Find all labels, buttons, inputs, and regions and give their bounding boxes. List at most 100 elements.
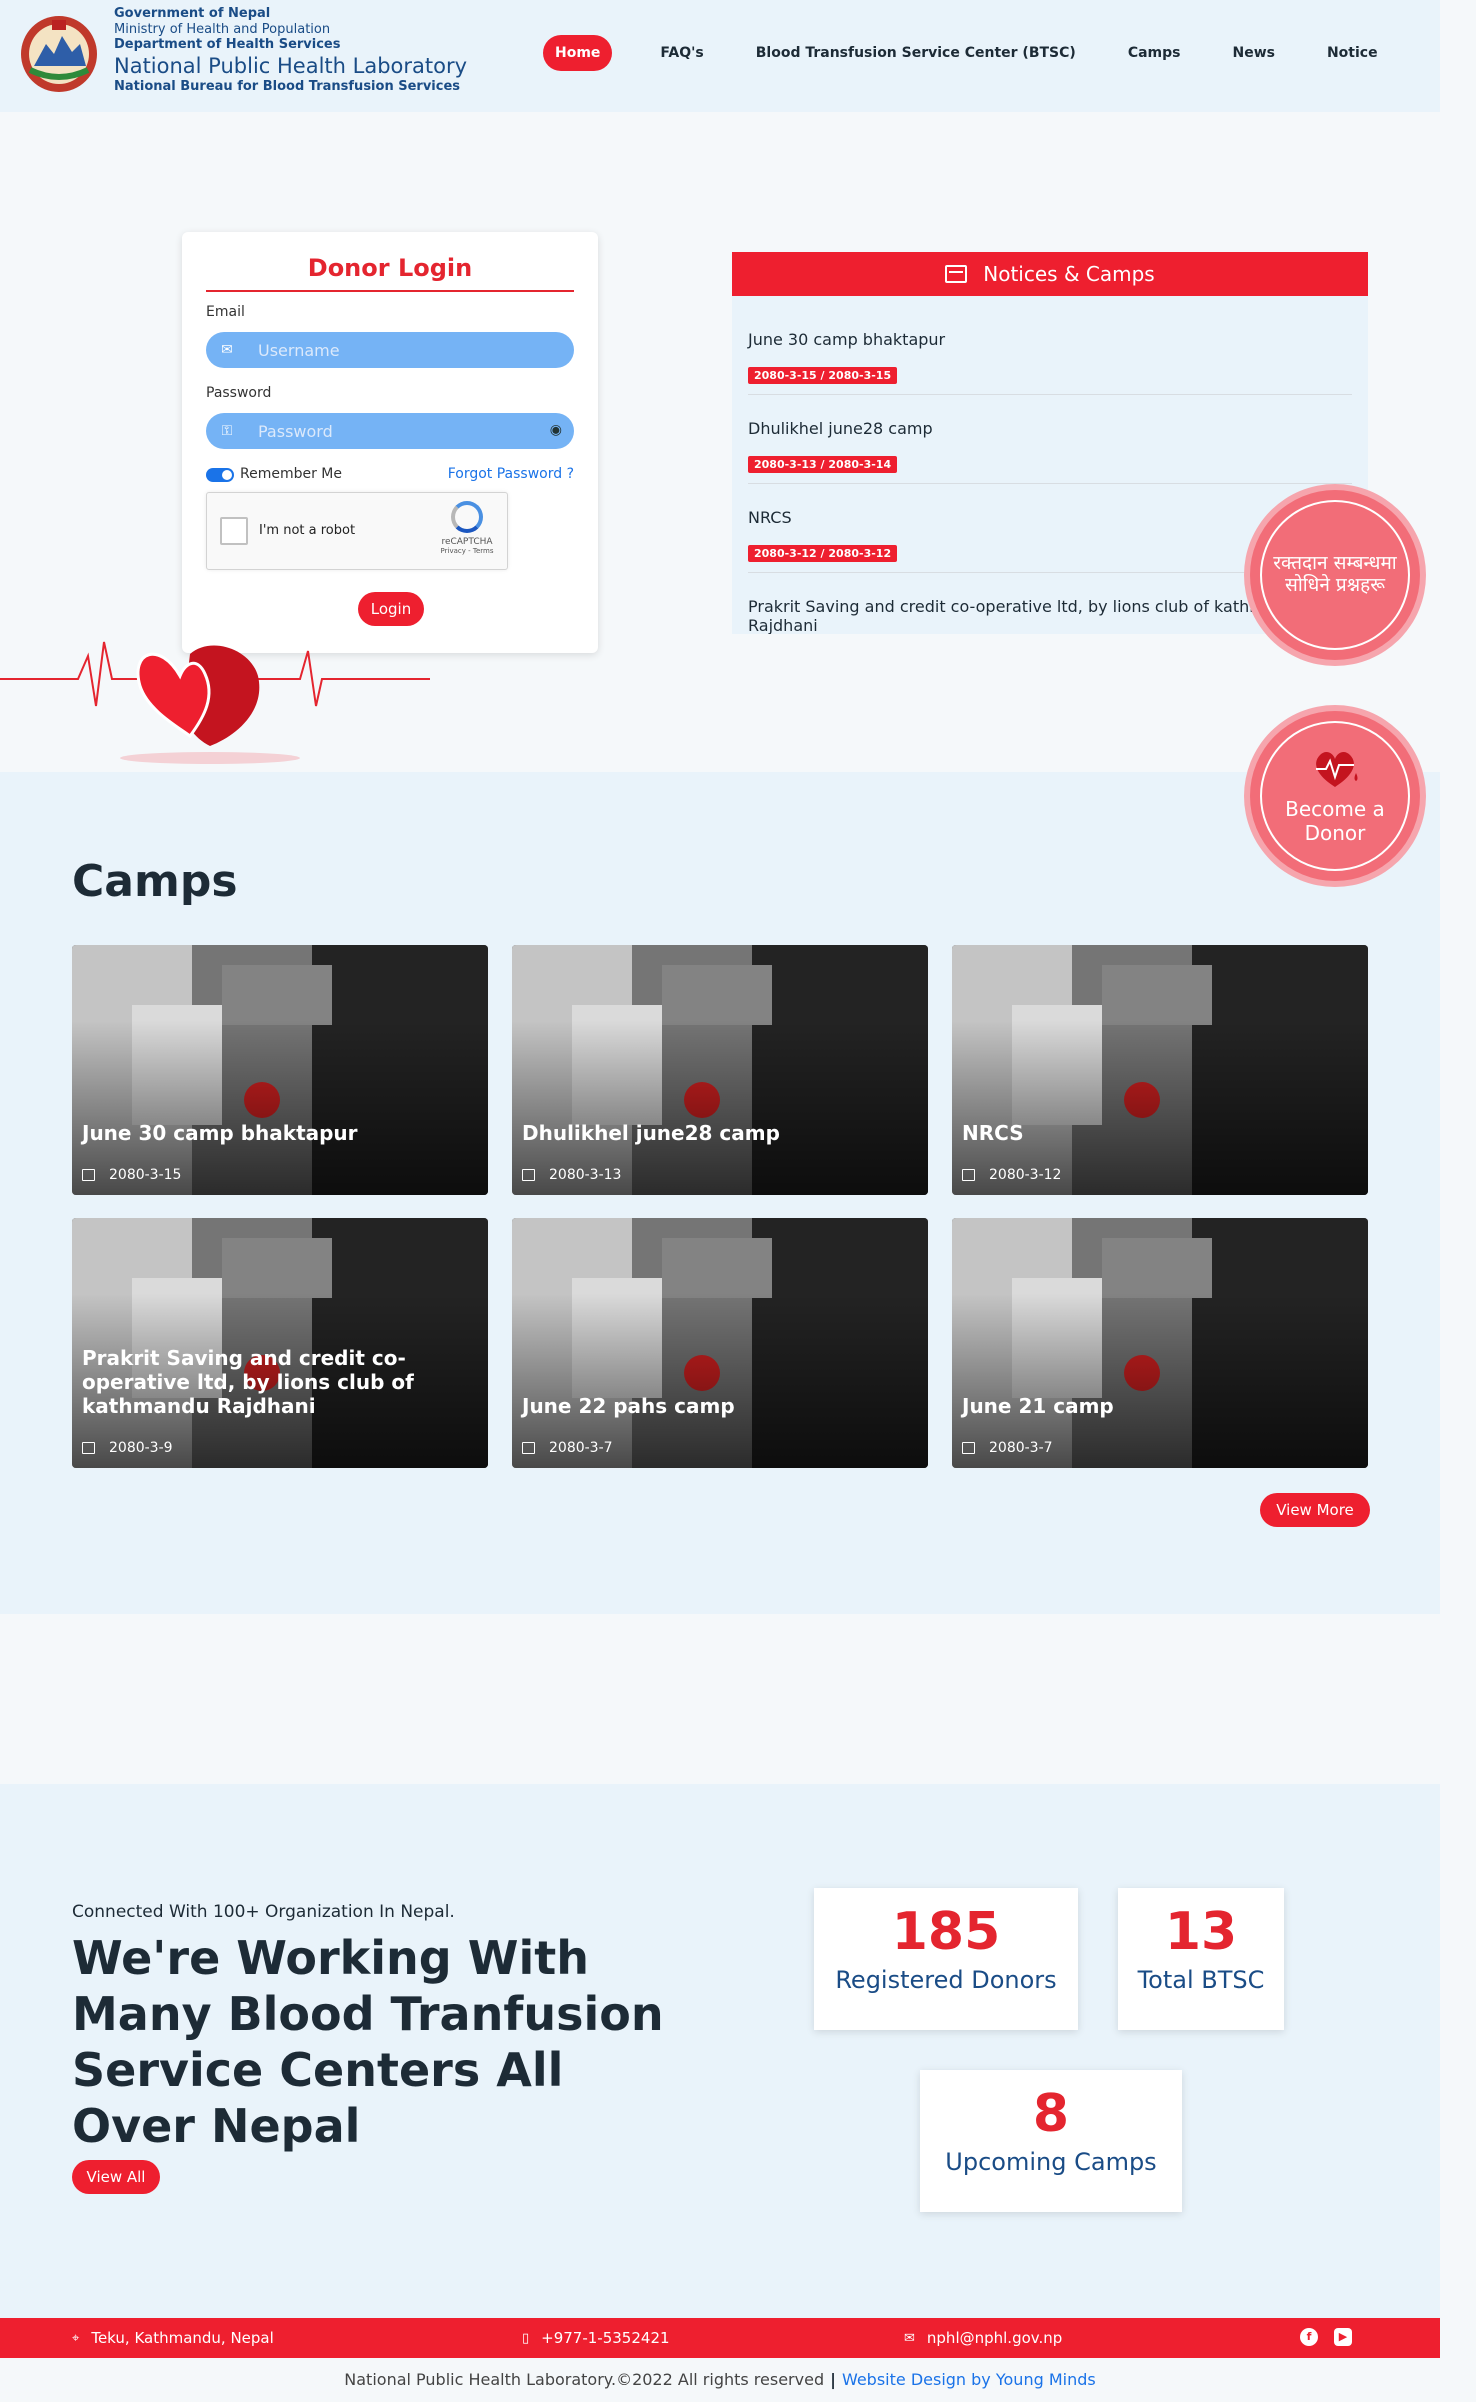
department-label: Department of Health Services	[114, 37, 341, 53]
stats-section: Connected With 100+ Organization In Nepa…	[0, 1784, 1440, 2318]
main-nav: Home FAQ's Blood Transfusion Service Cen…	[543, 35, 1430, 71]
notice-item[interactable]: Dhulikhel june28 camp 2080-3-13 / 2080-3…	[748, 395, 1352, 484]
recaptcha-checkbox[interactable]	[220, 517, 248, 545]
ministry-label: Ministry of Health and Population	[114, 21, 331, 37]
registered-donors-stat: 185 Registered Donors	[814, 1888, 1078, 2030]
nav-home[interactable]: Home	[543, 35, 613, 71]
camp-card[interactable]: June 21 camp 2080-3-7	[952, 1218, 1368, 1468]
forgot-password-link[interactable]: Forgot Password ?	[448, 466, 574, 482]
camp-date: 2080-3-7	[522, 1440, 613, 1456]
calendar-icon	[82, 1169, 95, 1181]
total-btsc-count: 13	[1164, 1902, 1238, 1962]
remember-toggle[interactable]	[206, 468, 234, 482]
recaptcha-brand: reCAPTCHA	[441, 537, 493, 547]
nav-camps[interactable]: Camps	[1128, 35, 1181, 71]
become-donor-button[interactable]: Become a Donor	[1250, 711, 1420, 881]
calendar-icon	[522, 1169, 535, 1181]
envelope-icon: ✉	[221, 342, 233, 358]
nav-faqs[interactable]: FAQ's	[660, 35, 703, 71]
camp-card[interactable]: Dhulikhel june28 camp 2080-3-13	[512, 945, 928, 1195]
copyright-text: National Public Health Laboratory.©2022 …	[344, 2370, 825, 2389]
registered-donors-count: 185	[891, 1902, 1001, 1962]
bureau-label: National Bureau for Blood Transfusion Se…	[114, 78, 461, 94]
gov-label: Government of Nepal	[114, 6, 271, 21]
camp-date: 2080-3-12	[962, 1167, 1061, 1183]
key-icon: ⚿	[221, 423, 233, 439]
calendar-icon	[522, 1442, 535, 1454]
youtube-icon[interactable]: ▶	[1334, 2328, 1352, 2346]
copyright-line: National Public Health Laboratory.©2022 …	[344, 2370, 1096, 2389]
facebook-icon[interactable]: f	[1300, 2328, 1318, 2346]
camps-title: Camps	[72, 856, 238, 907]
heartbeat-heart-graphic	[0, 641, 430, 764]
footer-email[interactable]: ✉ nphl@nphl.gov.np	[904, 2329, 1062, 2347]
lab-title: National Public Health Laboratory	[114, 53, 468, 78]
eye-icon[interactable]: ◉	[550, 422, 562, 438]
calendar-icon	[962, 1442, 975, 1454]
camp-date: 2080-3-7	[962, 1440, 1053, 1456]
calendar-icon	[945, 265, 968, 283]
stats-headline: We're Working With Many Blood Tranfusion…	[72, 1931, 664, 2154]
username-input[interactable]: ✉ Username	[206, 332, 574, 368]
notice-title[interactable]: NRCS	[748, 508, 1352, 527]
camp-title[interactable]: June 30 camp bhaktapur	[82, 1121, 478, 1145]
camp-title[interactable]: June 21 camp	[962, 1394, 1358, 1418]
camp-title[interactable]: Dhulikhel june28 camp	[522, 1121, 918, 1145]
camp-card[interactable]: NRCS 2080-3-12	[952, 945, 1368, 1195]
recaptcha-links[interactable]: Privacy - Terms	[437, 547, 497, 555]
notice-date-badge: 2080-3-15 / 2080-3-15	[748, 367, 898, 384]
stats-kicker: Connected With 100+ Organization In Nepa…	[72, 1902, 455, 1922]
envelope-icon: ✉	[904, 2330, 915, 2346]
phone-icon: ▯	[522, 2330, 530, 2346]
camp-card[interactable]: Prakrit Saving and credit co-operative l…	[72, 1218, 488, 1468]
password-placeholder: Password	[258, 422, 333, 441]
nav-btsc[interactable]: Blood Transfusion Service Center (BTSC)	[756, 35, 1076, 71]
login-title: Donor Login	[206, 254, 574, 292]
footer-contact-bar: ⌖ Teku, Kathmandu, Nepal ▯ +977-1-535242…	[0, 2318, 1440, 2358]
view-more-button[interactable]: View More	[1260, 1493, 1370, 1527]
total-btsc-label: Total BTSC	[1137, 1966, 1265, 1994]
camp-card[interactable]: June 22 pahs camp 2080-3-7	[512, 1218, 928, 1468]
registered-donors-label: Registered Donors	[835, 1966, 1057, 1994]
camp-title[interactable]: Prakrit Saving and credit co-operative l…	[82, 1346, 478, 1418]
footer-phone[interactable]: ▯ +977-1-5352421	[522, 2329, 670, 2347]
camp-date: 2080-3-15	[82, 1167, 181, 1183]
become-donor-label: Become a Donor	[1285, 797, 1385, 845]
recaptcha-widget: I'm not a robot reCAPTCHA Privacy - Term…	[206, 492, 508, 570]
camps-section: Camps June 30 camp bhaktapur 2080-3-15 D…	[0, 772, 1440, 1614]
upcoming-camps-label: Upcoming Camps	[945, 2148, 1157, 2176]
site-brand[interactable]: Government of Nepal Ministry of Health a…	[114, 6, 467, 95]
location-pin-icon: ⌖	[72, 2330, 80, 2346]
notices-title: Notices & Camps	[983, 262, 1155, 286]
camp-date: 2080-3-13	[522, 1167, 621, 1183]
recaptcha-logo: reCAPTCHA Privacy - Terms	[437, 501, 497, 555]
view-all-button[interactable]: View All	[72, 2160, 160, 2194]
notice-date-badge: 2080-3-13 / 2080-3-14	[748, 456, 898, 473]
camp-card[interactable]: June 30 camp bhaktapur 2080-3-15	[72, 945, 488, 1195]
login-button[interactable]: Login	[358, 592, 424, 626]
email-label: Email	[206, 304, 245, 320]
remember-label: Remember Me	[240, 466, 342, 482]
heart-hand-icon	[1316, 752, 1358, 787]
username-placeholder: Username	[258, 341, 340, 360]
notice-date-badge: 2080-3-12 / 2080-3-12	[748, 545, 898, 562]
recaptcha-text: I'm not a robot	[259, 523, 356, 538]
camp-date: 2080-3-9	[82, 1440, 173, 1456]
calendar-icon	[82, 1442, 95, 1454]
camp-title[interactable]: NRCS	[962, 1121, 1358, 1145]
designer-link[interactable]: Website Design by Young Minds	[842, 2370, 1096, 2389]
notice-title[interactable]: Dhulikhel june28 camp	[748, 419, 1352, 438]
password-label: Password	[206, 385, 272, 401]
footer-address: ⌖ Teku, Kathmandu, Nepal	[72, 2329, 274, 2347]
password-input[interactable]: ⚿ Password ◉	[206, 413, 574, 449]
calendar-icon	[962, 1169, 975, 1181]
nav-notice[interactable]: Notice	[1327, 35, 1378, 71]
camp-title[interactable]: June 22 pahs camp	[522, 1394, 918, 1418]
faq-nepali-button[interactable]: रक्तदान सम्बन्धमा सोधिने प्रश्नहरू	[1250, 490, 1420, 660]
nav-news[interactable]: News	[1232, 35, 1274, 71]
notice-item[interactable]: June 30 camp bhaktapur 2080-3-15 / 2080-…	[748, 306, 1352, 395]
recaptcha-icon	[451, 501, 483, 533]
donor-login-card: Donor Login Email ✉ Username Password ⚿ …	[182, 232, 598, 653]
nepal-emblem-logo[interactable]	[16, 14, 102, 94]
notice-title[interactable]: June 30 camp bhaktapur	[748, 330, 1352, 349]
